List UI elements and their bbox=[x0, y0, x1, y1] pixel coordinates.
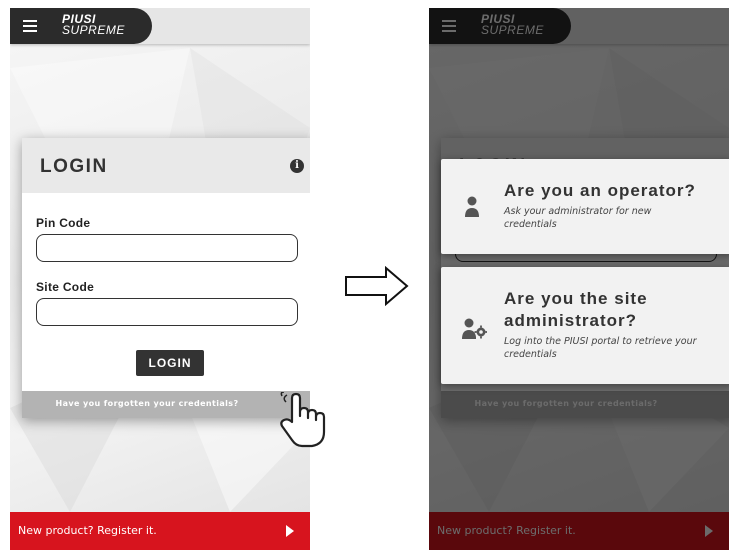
brand-line2: SUPREME bbox=[62, 23, 125, 37]
login-title: LOGIN bbox=[40, 156, 108, 177]
login-button[interactable]: LOGIN bbox=[136, 350, 204, 376]
admin-popup-title-line1: Are you the site bbox=[504, 289, 648, 308]
operator-popup[interactable]: Are you an operator? Ask your administra… bbox=[441, 159, 729, 254]
login-card-header: LOGIN i bbox=[22, 138, 310, 193]
operator-popup-title: Are you an operator? bbox=[504, 181, 696, 200]
admin-popup-description: Log into the PIUSI portal to retrieve yo… bbox=[504, 336, 697, 360]
user-icon bbox=[465, 196, 479, 217]
top-bar: PIUSI SUPREME bbox=[10, 8, 310, 44]
site-code-label: Site Code bbox=[36, 280, 95, 294]
register-bar[interactable]: New product? Register it. bbox=[10, 512, 310, 550]
admin-popup-title-line2: administrator? bbox=[504, 311, 638, 330]
logo-pill: PIUSI SUPREME bbox=[10, 8, 152, 44]
info-icon[interactable]: i bbox=[290, 159, 304, 173]
hamburger-menu-icon[interactable] bbox=[23, 20, 37, 32]
brand-logo: PIUSI SUPREME bbox=[62, 13, 125, 37]
forgot-credentials-link[interactable]: Have you forgotten your credentials? bbox=[22, 399, 272, 408]
admin-popup[interactable]: Are you the site administrator? Log into… bbox=[441, 267, 729, 384]
play-arrow-icon bbox=[286, 525, 294, 537]
site-code-input[interactable] bbox=[36, 298, 298, 326]
login-card: LOGIN i Pin Code Site Code LOGIN Have yo… bbox=[22, 138, 310, 418]
pin-code-label: Pin Code bbox=[36, 216, 91, 230]
tap-hand-icon bbox=[280, 392, 326, 448]
register-text: New product? Register it. bbox=[18, 524, 157, 537]
forgot-credentials-bar: Have you forgotten your credentials? bbox=[22, 391, 310, 418]
pin-code-input[interactable] bbox=[36, 234, 298, 262]
user-gear-icon bbox=[462, 318, 487, 339]
login-screen: PIUSI SUPREME LOGIN i Pin Code Site Code… bbox=[10, 8, 310, 550]
operator-popup-description: Ask your administrator for new credentia… bbox=[504, 206, 652, 230]
right-arrow-icon bbox=[345, 266, 409, 306]
login-screen-overlay: PIUSI SUPREME LOGIN i Pin Code Site Code… bbox=[429, 8, 729, 550]
